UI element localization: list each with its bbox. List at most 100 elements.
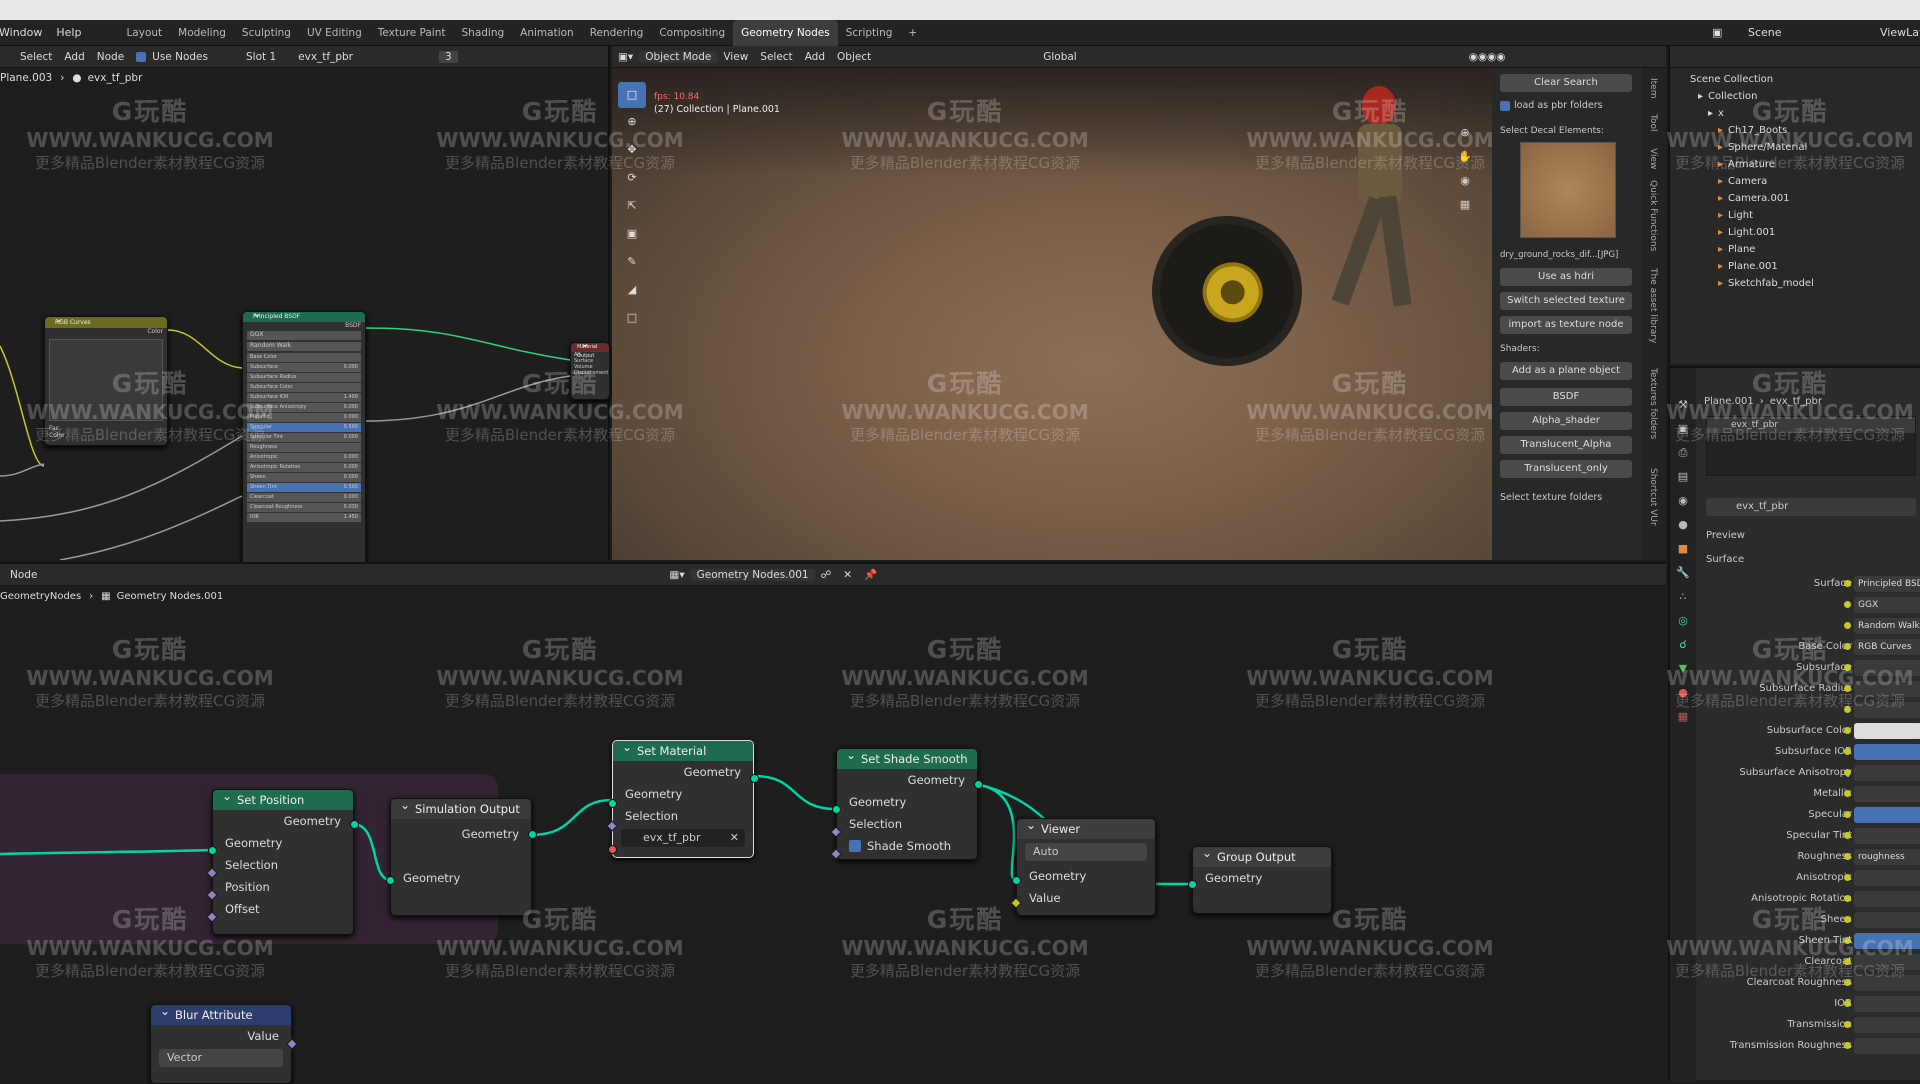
socket-dot[interactable] (1188, 880, 1197, 889)
preview-panel-toggle[interactable]: Preview (1706, 530, 1745, 541)
socket-dot[interactable] (608, 799, 617, 808)
viewer-header[interactable]: Viewer (1017, 819, 1155, 839)
tab-modeling[interactable]: Modeling (170, 20, 234, 46)
character-model[interactable] (1331, 86, 1430, 336)
socket-geometry-in[interactable]: Geometry (1017, 865, 1155, 887)
socket-geometry-in[interactable]: Geometry (391, 867, 531, 889)
tab-quick-functions[interactable]: Quick Functions (1648, 180, 1658, 251)
socket-dot[interactable] (750, 774, 759, 783)
socket-selection[interactable]: Selection (613, 805, 753, 827)
group-output-node[interactable]: Group Output Geometry (1192, 846, 1332, 914)
surface-property-row[interactable]: Subsurface (1670, 658, 1920, 679)
output-tab-icon[interactable]: ⎙ (1670, 446, 1696, 470)
scene-collection-item[interactable]: Scene Collection (1690, 71, 1920, 88)
surface-panel-toggle[interactable]: Surface (1706, 554, 1744, 565)
tab-asset-library[interactable]: The asset library (1648, 268, 1658, 343)
surface-property-row[interactable]: IOR (1670, 994, 1920, 1015)
menu-view[interactable]: View (717, 51, 754, 63)
set-material-header[interactable]: Set Material (613, 741, 753, 761)
material-slot-item[interactable]: evx_tf_pbr (1707, 417, 1915, 433)
socket-geometry-out[interactable]: Geometry (391, 823, 531, 845)
tab-shading[interactable]: Shading (454, 20, 513, 46)
load-pbr-checkbox[interactable]: load as pbr folders (1500, 100, 1603, 111)
socket-dot-icon[interactable] (1844, 832, 1851, 839)
socket-dot-icon[interactable] (1844, 643, 1851, 650)
property-value[interactable] (1854, 996, 1920, 1012)
surface-property-row[interactable]: Subsurface Anisotropy (1670, 763, 1920, 784)
surface-property-row[interactable]: Subsurface Radius (1670, 679, 1920, 700)
tab-scripting[interactable]: Scripting (838, 20, 901, 46)
property-value[interactable] (1854, 891, 1920, 907)
add-cube-tool-icon[interactable]: □ (618, 304, 646, 332)
tab-layout[interactable]: Layout (118, 20, 170, 46)
transform-orientation-select[interactable]: Global (1037, 51, 1083, 63)
property-value[interactable] (1854, 807, 1920, 823)
viewer-domain-select[interactable]: Auto (1025, 843, 1147, 861)
shade-smooth-checkbox[interactable]: Shade Smooth (837, 835, 977, 857)
socket-dot-icon[interactable] (1844, 1000, 1851, 1007)
socket-dot-icon[interactable] (1844, 979, 1851, 986)
surface-property-row[interactable]: Subsurface IOR (1670, 742, 1920, 763)
outliner-item[interactable]: ▸ Camera (1690, 173, 1920, 190)
surface-property-row[interactable] (1670, 700, 1920, 721)
property-value[interactable]: RGB Curves (1854, 639, 1920, 655)
add-workspace-button[interactable]: + (900, 20, 925, 46)
socket-dot-icon[interactable] (1844, 853, 1851, 860)
move-tool-icon[interactable]: ✥ (618, 136, 646, 164)
tab-animation[interactable]: Animation (512, 20, 582, 46)
outliner-item[interactable]: ▸ Armature (1690, 156, 1920, 173)
camera-view-icon[interactable]: ◉ (1452, 174, 1478, 198)
socket-dot-icon[interactable] (1844, 790, 1851, 797)
tab-item[interactable]: Item (1648, 78, 1658, 99)
socket-dot[interactable] (528, 830, 537, 839)
surface-property-row[interactable]: Specular Tint (1670, 826, 1920, 847)
blur-type-select[interactable]: Vector (159, 1049, 283, 1067)
property-value[interactable] (1854, 975, 1920, 991)
socket-geometry-out[interactable]: Geometry (613, 761, 753, 783)
socket-dot-icon[interactable] (1844, 916, 1851, 923)
select-texture-folders[interactable]: Select texture folders (1500, 492, 1602, 503)
outliner-item[interactable]: ▸ Sketchfab_model (1690, 275, 1920, 292)
outliner-item[interactable]: ▸ x (1690, 105, 1920, 122)
tab-rendering[interactable]: Rendering (582, 20, 652, 46)
viewer-node[interactable]: Viewer Auto Geometry Value (1016, 818, 1156, 916)
import-texture-node-button[interactable]: import as texture node (1500, 316, 1632, 334)
view-layer-selector[interactable]: ViewLayer (1880, 20, 1920, 46)
material-datablock-field[interactable]: evx_tf_pbr (1706, 498, 1916, 516)
socket-geometry-in[interactable]: Geometry (613, 783, 753, 805)
socket-position[interactable]: Position (213, 876, 353, 898)
editor-type-icon[interactable]: ▣▾ (612, 51, 639, 63)
property-value[interactable] (1854, 744, 1920, 760)
tab-compositing[interactable]: Compositing (651, 20, 733, 46)
scene-selector[interactable]: Scene (1748, 20, 1782, 46)
socket-geometry-in[interactable]: Geometry (1193, 867, 1331, 889)
property-value[interactable] (1854, 870, 1920, 886)
material-field[interactable]: evx_tf_pbr ✕ (621, 829, 745, 847)
set-shade-smooth-node[interactable]: Set Shade Smooth Geometry Geometry Selec… (836, 748, 978, 860)
scene-icon[interactable]: ▣ (1712, 20, 1722, 46)
property-value[interactable] (1854, 1038, 1920, 1054)
socket-dot-icon[interactable] (1844, 1021, 1851, 1028)
socket-dot-icon[interactable] (1844, 685, 1851, 692)
socket-dot-icon[interactable] (1844, 811, 1851, 818)
zoom-icon[interactable]: ⊕ (1452, 126, 1478, 150)
clear-search-button[interactable]: Clear Search (1500, 74, 1632, 92)
surface-property-row[interactable]: Base Color RGB Curves (1670, 637, 1920, 658)
property-value[interactable] (1854, 765, 1920, 781)
add-plane-button[interactable]: Add as a plane object (1500, 362, 1632, 380)
3d-viewport[interactable]: ▣▾ Object Mode View Select Add Object Gl… (612, 46, 1666, 560)
outliner-item[interactable]: ▸ Ch17_Boots (1690, 122, 1920, 139)
outliner-item[interactable]: ▸ Plane (1690, 241, 1920, 258)
world-tab-icon[interactable]: ● (1670, 518, 1696, 542)
property-value[interactable] (1854, 933, 1920, 949)
surface-property-row[interactable]: Clearcoat Roughness (1670, 973, 1920, 994)
property-value[interactable] (1854, 786, 1920, 802)
socket-dot-icon[interactable] (1844, 622, 1851, 629)
menu-window[interactable]: Window (0, 20, 49, 46)
pan-hand-icon[interactable]: ✋ (1452, 150, 1478, 174)
translucent-only-button[interactable]: Translucent_only (1500, 460, 1632, 478)
socket-selection[interactable]: Selection (837, 813, 977, 835)
clear-icon[interactable]: ✕ (730, 829, 739, 847)
object-mode-select[interactable]: Object Mode (639, 50, 718, 63)
scale-tool-icon[interactable]: ⇱ (618, 192, 646, 220)
